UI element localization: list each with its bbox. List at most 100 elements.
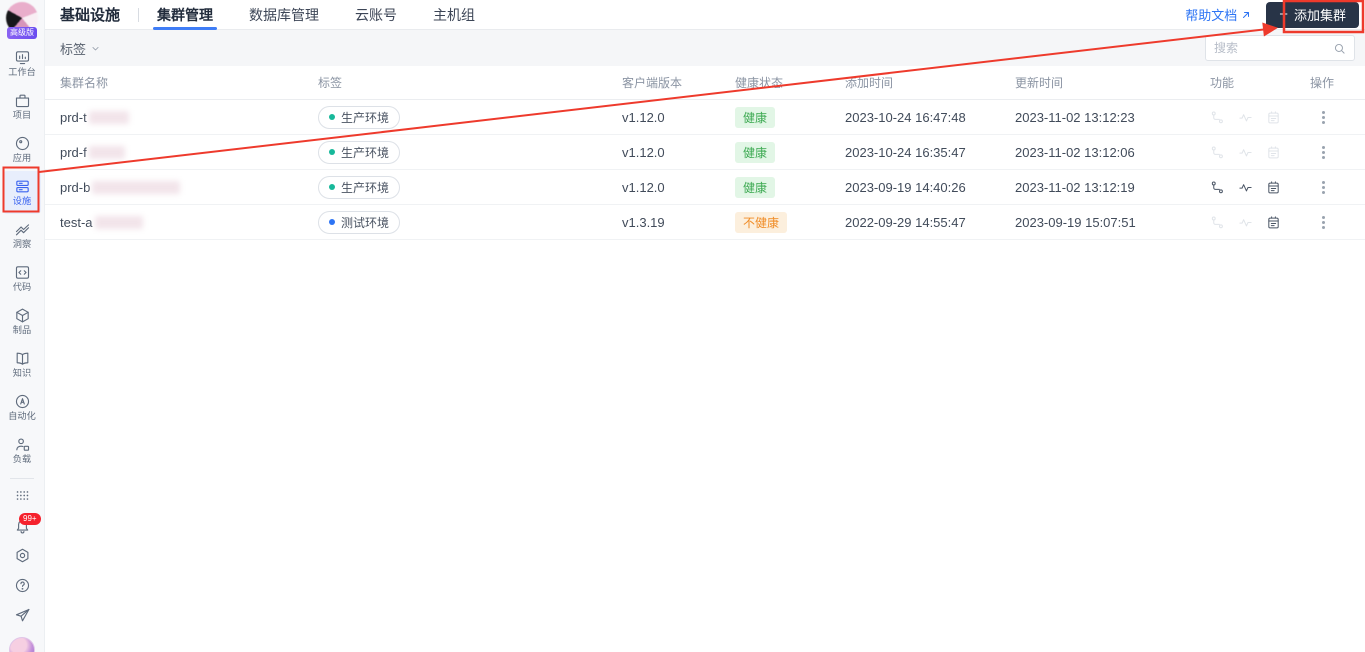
sidebar-util-send[interactable]: [3, 603, 41, 633]
search-icon[interactable]: [1333, 42, 1346, 55]
updated-time: 2023-11-02 13:12:06: [1015, 144, 1135, 160]
external-link-icon: [1243, 11, 1250, 18]
sidebar-item-workload[interactable]: 负载: [3, 429, 41, 472]
cluster-name: prd-t: [60, 109, 87, 125]
page-title: 基础设施: [60, 7, 121, 24]
sidebar-item-automation[interactable]: 自动化: [3, 386, 41, 429]
redacted-text: [88, 145, 125, 159]
add-cluster-button[interactable]: + 添加集群: [1266, 1, 1359, 28]
sidebar-item-workbench[interactable]: 工作台: [3, 42, 41, 85]
label-filter-text: 标签: [60, 41, 87, 57]
tab-3[interactable]: 主机组: [433, 0, 475, 30]
automation-icon: [14, 393, 31, 410]
env-tag-pill: 测试环境: [318, 210, 401, 234]
sidebar-util-settings[interactable]: [3, 543, 41, 573]
clipboard-icon: [1266, 110, 1281, 125]
sidebar-item-artifacts[interactable]: 制品: [3, 300, 41, 343]
sidebar-item-code[interactable]: 代码: [3, 257, 41, 300]
edition-badge: 高级版: [7, 27, 37, 39]
tag-dot-icon: [329, 149, 335, 155]
cluster-name: prd-b: [60, 179, 91, 195]
dashboard-icon: [14, 49, 31, 66]
table-row: prd-b 生产环境 v1.12.0 健康 2023-09-19 14:40:26 202…: [45, 170, 1365, 205]
artifact-icon: [14, 307, 31, 324]
health-cell: 健康: [735, 176, 845, 198]
help-icon: [14, 577, 31, 599]
env-tag-pill: 生产环境: [318, 175, 401, 199]
app-icon: [14, 135, 31, 152]
updated-time: 2023-11-02 13:12:23: [1015, 109, 1135, 125]
added-time: 2023-10-24 16:47:48: [845, 109, 966, 125]
column-header: 添加时间: [845, 76, 894, 90]
plus-icon: +: [1279, 6, 1288, 23]
tab-bar: 集群管理 数据库管理 云账号 主机组: [153, 0, 475, 30]
insight-icon: [14, 221, 31, 238]
tag-label: 测试环境: [341, 215, 390, 230]
redacted-text: [88, 110, 129, 124]
env-tag-pill: 生产环境: [318, 140, 401, 164]
updated-time: 2023-09-19 15:07:51: [1015, 214, 1136, 230]
search-input[interactable]: [1214, 41, 1333, 55]
client-version: v1.3.19: [622, 214, 665, 230]
app-logo[interactable]: 高级版: [6, 0, 38, 39]
sidebar-item-knowledge[interactable]: 知识: [3, 343, 41, 386]
actions-cell: [1310, 180, 1365, 194]
table-row: prd-t 生产环境 v1.12.0 健康 2023-10-24 16:47:48 202…: [45, 100, 1365, 135]
sidebar-util-apps-grid[interactable]: [3, 483, 41, 513]
table-row: prd-f 生产环境 v1.12.0 健康 2023-10-24 16:35:47 202…: [45, 135, 1365, 170]
sidebar-util-help[interactable]: [3, 573, 41, 603]
folder-icon: [14, 92, 31, 109]
top-bar-right: 帮助文档 + 添加集群: [1185, 1, 1359, 28]
tab-1[interactable]: 数据库管理: [249, 0, 319, 30]
tag-label: 生产环境: [341, 145, 390, 160]
sidebar-nav: 工作台 项目 应用 设施洞察代码制品知识自动化负载: [3, 42, 41, 472]
tag-dot-icon: [329, 219, 335, 225]
tag-dot-icon: [329, 114, 335, 120]
add-cluster-label: 添加集群: [1293, 8, 1346, 23]
tag-dot-icon: [329, 184, 335, 190]
sidebar-item-label: 洞察: [12, 239, 32, 250]
top-bar: 基础设施 集群管理 数据库管理 云账号 主机组 帮助文档 + 添加集群: [45, 0, 1365, 30]
tag-label: 生产环境: [341, 180, 390, 195]
tag-cell: 生产环境: [318, 105, 622, 129]
sidebar-item-label: 自动化: [8, 411, 36, 422]
updated-time: 2023-11-02 13:12:19: [1015, 179, 1135, 195]
sidebar-item-label: 代码: [12, 282, 32, 293]
clipboard-icon[interactable]: [1266, 180, 1281, 195]
column-header: 更新时间: [1015, 76, 1064, 90]
link-nodes-icon: [1210, 215, 1225, 230]
env-tag-pill: 生产环境: [318, 105, 401, 129]
tab-0[interactable]: 集群管理: [153, 0, 218, 30]
health-status-badge: 健康: [735, 176, 776, 198]
column-header: 健康状态: [735, 76, 784, 90]
column-header: 标签: [318, 76, 343, 90]
more-actions-icon[interactable]: [1316, 215, 1330, 229]
more-actions-icon[interactable]: [1316, 110, 1330, 124]
cluster-name-cell: prd-f: [60, 145, 318, 160]
table-body: prd-t 生产环境 v1.12.0 健康 2023-10-24 16:47:48 202…: [45, 100, 1365, 240]
link-nodes-icon[interactable]: [1210, 180, 1225, 195]
health-cell: 健康: [735, 106, 845, 128]
more-actions-icon[interactable]: [1316, 180, 1330, 194]
help-doc-link[interactable]: 帮助文档: [1185, 5, 1252, 24]
user-avatar[interactable]: [9, 637, 35, 652]
table-header: 集群名称 标签 客户端版本 健康状态 添加时间 更新时间 功能 操作: [45, 66, 1365, 100]
more-actions-icon[interactable]: [1316, 145, 1330, 159]
sidebar-item-label: 制品: [12, 325, 32, 336]
added-time: 2023-09-19 14:40:26: [845, 179, 966, 195]
feature-icons-cell: [1210, 215, 1310, 230]
sidebar-item-projects[interactable]: 项目: [3, 85, 41, 128]
page: 高级版 工作台 项目 应用 设施洞察代码制品知识自动化负载 99+ 基础设施 集群管理…: [0, 0, 1365, 652]
cluster-name: prd-f: [60, 144, 87, 160]
sidebar-item-infrastructure[interactable]: 设施: [3, 171, 41, 214]
pulse-icon[interactable]: [1238, 180, 1253, 195]
sidebar-item-applications[interactable]: 应用: [3, 128, 41, 171]
sidebar-item-insight[interactable]: 洞察: [3, 214, 41, 257]
tab-2[interactable]: 云账号: [355, 0, 397, 30]
feature-icons-cell: [1210, 180, 1310, 195]
redacted-text: [92, 180, 181, 194]
column-header: 操作: [1310, 76, 1335, 90]
clipboard-icon[interactable]: [1266, 215, 1281, 230]
sidebar-util-notifications[interactable]: 99+: [3, 513, 41, 543]
label-filter-dropdown[interactable]: 标签: [60, 39, 100, 58]
